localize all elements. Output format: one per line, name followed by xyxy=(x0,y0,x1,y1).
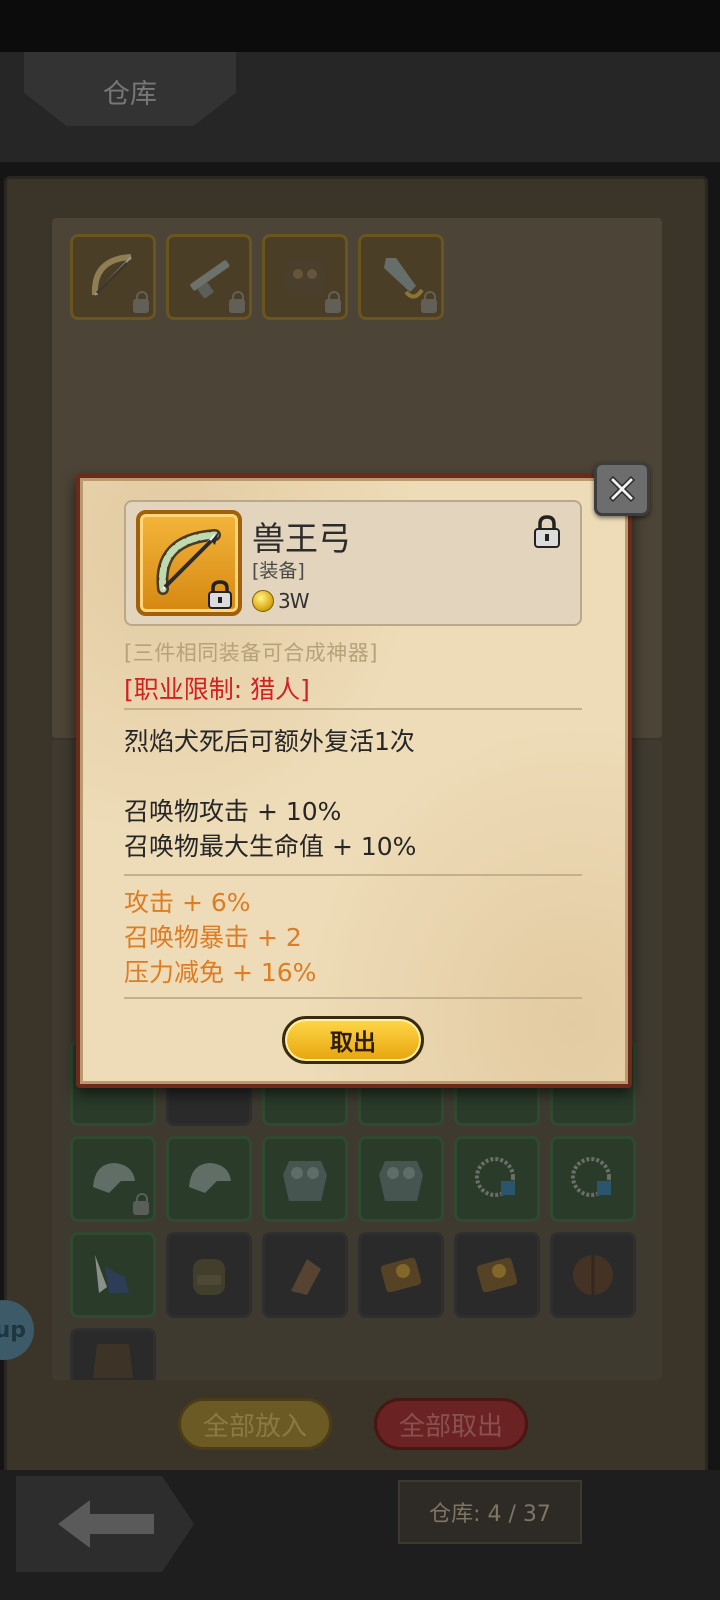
take-all-button[interactable]: 全部取出 xyxy=(374,1398,528,1450)
equipped-slot-rifle[interactable] xyxy=(166,234,252,320)
necklace-icon xyxy=(571,1157,611,1197)
close-button[interactable] xyxy=(594,462,650,516)
inventory-slot-chest-armor[interactable] xyxy=(358,1136,444,1222)
inventory-slot-necklace[interactable] xyxy=(550,1136,636,1222)
lock-icon xyxy=(229,291,245,313)
lock-icon xyxy=(325,291,341,313)
capacity-counter: 仓库: 4 / 37 xyxy=(398,1480,582,1544)
inventory-slot-glove[interactable] xyxy=(262,1232,348,1318)
lock-toggle-icon[interactable] xyxy=(532,514,562,550)
random-stat-line: 压力减免 + 16% xyxy=(124,958,317,987)
back-arrow-icon xyxy=(58,1500,154,1548)
lock-icon xyxy=(133,1193,149,1215)
inventory-slot-helmet[interactable] xyxy=(70,1136,156,1222)
equipped-slot-sword[interactable] xyxy=(358,234,444,320)
inventory-slot-helmet[interactable] xyxy=(166,1136,252,1222)
page-title: 仓库 xyxy=(103,79,157,110)
chest-armor-icon xyxy=(379,1161,423,1201)
combine-hint: [三件相同装备可合成神器] xyxy=(124,641,378,665)
winged-boots-icon xyxy=(95,1255,129,1293)
item-price: 3W xyxy=(278,589,309,613)
lock-icon xyxy=(133,291,149,313)
inventory-slot-spellbook[interactable] xyxy=(358,1232,444,1318)
divider xyxy=(124,997,582,999)
inventory-slot-winged-boots[interactable] xyxy=(70,1232,156,1318)
equipped-slot-bow[interactable] xyxy=(70,234,156,320)
divider xyxy=(124,874,582,876)
inventory-slot-round-shield[interactable] xyxy=(550,1232,636,1318)
divider xyxy=(124,708,582,710)
gold-coin-icon xyxy=(252,590,274,612)
chest-armor-icon xyxy=(283,1161,327,1201)
inventory-slot-spellbook[interactable] xyxy=(454,1232,540,1318)
summon-stat-line: 召唤物攻击 + 10% xyxy=(124,797,342,826)
inventory-slot-backpack[interactable] xyxy=(166,1232,252,1318)
spellbook-icon xyxy=(476,1257,518,1293)
helmet-icon xyxy=(189,1163,231,1193)
back-button[interactable] xyxy=(16,1476,194,1572)
glove-icon xyxy=(291,1259,321,1295)
necklace-icon xyxy=(475,1157,515,1197)
helmet-icon xyxy=(93,1163,135,1193)
summon-stat-line: 召唤物最大生命值 + 10% xyxy=(124,832,417,861)
status-bar xyxy=(0,0,720,52)
backpack-icon xyxy=(193,1259,225,1295)
inventory-slot-chest-armor[interactable] xyxy=(262,1136,348,1222)
take-out-button[interactable]: 取出 xyxy=(282,1016,424,1064)
class-restriction: [职业限制: 猎人] xyxy=(124,675,310,704)
item-name: 兽王弓 xyxy=(252,519,351,558)
close-icon xyxy=(608,475,636,503)
lock-icon xyxy=(421,291,437,313)
equipped-slot-armor[interactable] xyxy=(262,234,348,320)
random-stat-line: 召唤物暴击 + 2 xyxy=(124,923,302,952)
lock-icon xyxy=(208,580,232,609)
inventory-slot-necklace[interactable] xyxy=(454,1136,540,1222)
put-all-button[interactable]: 全部放入 xyxy=(178,1398,332,1450)
passive-effect-text: 烈焰犬死后可额外复活1次 xyxy=(124,727,415,756)
round-shield-icon xyxy=(573,1255,613,1295)
item-category: [装备] xyxy=(252,560,305,582)
inventory-slot-fur-armor[interactable] xyxy=(70,1328,156,1380)
bow-icon xyxy=(91,254,132,296)
random-stat-line: 攻击 + 6% xyxy=(124,888,251,917)
fur-armor-icon xyxy=(93,1343,133,1378)
spellbook-icon xyxy=(380,1257,422,1293)
